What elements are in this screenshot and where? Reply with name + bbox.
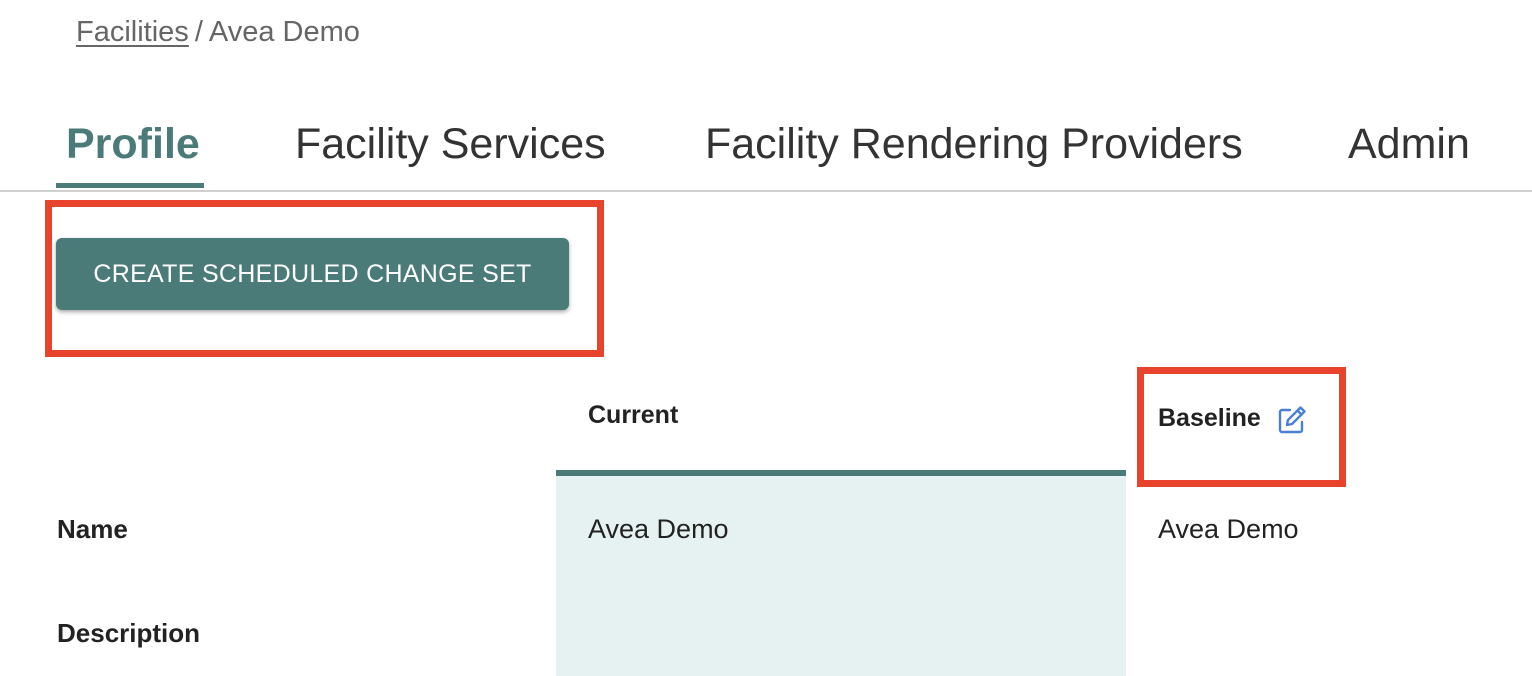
column-header-current: Current: [588, 401, 679, 429]
breadcrumb: Facilities / Avea Demo: [76, 16, 360, 49]
tab-profile[interactable]: Profile: [66, 110, 200, 188]
tab-bar: Profile Facility Services Facility Rende…: [0, 110, 1532, 192]
create-scheduled-change-set-button[interactable]: CREATE SCHEDULED CHANGE SET: [56, 238, 569, 310]
active-tab-indicator: [56, 183, 204, 188]
cell-baseline-name: Avea Demo: [1158, 514, 1299, 544]
breadcrumb-current: Avea Demo: [208, 16, 360, 48]
breadcrumb-link-facilities[interactable]: Facilities: [76, 16, 189, 48]
breadcrumb-separator: /: [194, 16, 203, 48]
edit-icon[interactable]: [1276, 404, 1308, 436]
row-label-description: Description: [57, 618, 201, 648]
tab-admin[interactable]: Admin: [1348, 110, 1470, 188]
tab-facility-services[interactable]: Facility Services: [295, 110, 606, 188]
current-column-band: [556, 470, 1126, 676]
cell-current-name: Avea Demo: [588, 514, 729, 544]
tab-facility-rendering-providers[interactable]: Facility Rendering Providers: [705, 110, 1243, 188]
row-label-name: Name: [57, 514, 128, 544]
facility-profile-page: Facilities / Avea Demo Profile Facility Se…: [0, 0, 1532, 676]
column-header-baseline: Baseline: [1158, 404, 1261, 432]
